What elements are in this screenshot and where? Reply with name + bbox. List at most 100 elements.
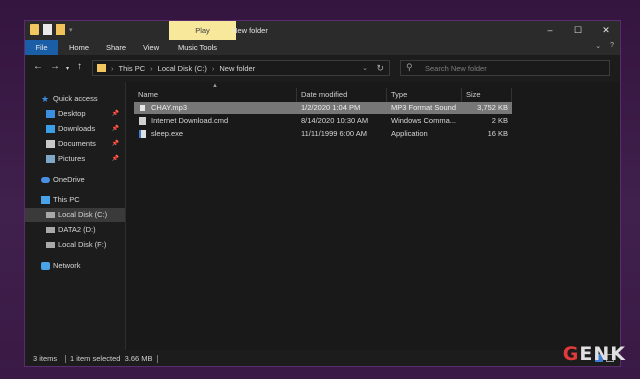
table-row[interactable]: sleep.exe 11/11/1999 6:00 AM Application…: [134, 128, 512, 140]
nav-item-desktop[interactable]: Desktop 📌: [25, 107, 125, 121]
nav-item-label: Downloads: [58, 124, 96, 133]
refresh-icon[interactable]: ↻: [376, 61, 384, 76]
maximize-button[interactable]: ☐: [564, 21, 592, 40]
pin-icon: 📌: [111, 126, 119, 132]
nav-item-label: OneDrive: [53, 175, 85, 184]
tab-share[interactable]: Share: [106, 40, 126, 55]
file-size: 3,752 KB: [477, 103, 508, 112]
up-arrow-icon[interactable]: ↑: [77, 61, 82, 73]
file-name: CHAY.mp3: [151, 103, 187, 112]
column-headers: Name Date modified Type Size: [126, 88, 620, 102]
folder-icon: [97, 64, 106, 72]
file-size: 16 KB: [487, 129, 508, 138]
ribbon-right-controls: ⌄ ?: [595, 42, 614, 50]
file-type: MP3 Format Sound: [391, 103, 457, 112]
back-arrow-icon[interactable]: ←: [33, 61, 43, 73]
tab-home[interactable]: Home: [69, 40, 89, 55]
nav-item-this-pc[interactable]: This PC: [25, 193, 125, 207]
file-date: 1/2/2020 1:04 PM: [301, 103, 361, 112]
forward-arrow-icon[interactable]: →: [50, 61, 60, 73]
file-type: Application: [391, 129, 428, 138]
breadcrumb-separator: ›: [211, 64, 215, 73]
explorer-window: ▾ Play New folder – ☐ ✕ File Home Share …: [24, 20, 621, 367]
address-dropdown-icon[interactable]: ⌄: [362, 61, 368, 76]
nav-item-network[interactable]: Network: [25, 259, 125, 273]
search-box[interactable]: ⚲ Search New folder: [400, 60, 610, 76]
window-controls: – ☐ ✕: [536, 21, 620, 40]
nav-item-label: Desktop: [58, 109, 86, 118]
ribbon-tabs: File Home Share View Music Tools ⌄ ?: [25, 40, 620, 55]
nav-item-quick-access[interactable]: ★ Quick access: [25, 92, 125, 106]
tab-file[interactable]: File: [25, 40, 58, 55]
navigation-pane: ★ Quick access Desktop 📌 Downloads 📌 Doc…: [25, 82, 126, 350]
nav-item-label: DATA2 (D:): [58, 225, 96, 234]
file-list: ▲ Name Date modified Type Size CHAY.mp3 …: [126, 82, 620, 350]
breadcrumb-separator: ›: [111, 64, 114, 73]
file-type: Windows Comma...: [391, 116, 457, 125]
properties-icon[interactable]: [43, 24, 52, 35]
minimize-button[interactable]: –: [536, 21, 564, 40]
script-file-icon: [139, 117, 146, 125]
navigation-bar: ← → ▾ ↑ › This PC › Local Disk (C:) › Ne…: [25, 55, 620, 82]
chevron-down-icon[interactable]: ⌄: [595, 42, 601, 50]
pictures-icon: [46, 155, 55, 163]
file-date: 11/11/1999 6:00 AM: [301, 129, 368, 138]
column-header-date-modified[interactable]: Date modified: [297, 88, 387, 102]
search-icon: ⚲: [406, 62, 413, 72]
file-date: 8/14/2020 10:30 AM: [301, 116, 369, 125]
column-header-name[interactable]: Name: [134, 88, 297, 102]
disk-icon: [46, 227, 55, 233]
pin-icon: 📌: [111, 141, 119, 147]
pin-icon: 📌: [111, 156, 119, 162]
nav-item-local-disk-c[interactable]: Local Disk (C:): [25, 208, 125, 222]
pin-icon: 📌: [111, 111, 119, 117]
nav-item-label: This PC: [53, 195, 80, 204]
desktop-icon: [46, 110, 55, 118]
computer-icon: [41, 196, 50, 204]
documents-icon: [46, 140, 55, 148]
star-icon: ★: [41, 94, 50, 104]
nav-item-label: Network: [53, 261, 81, 270]
item-count: 3 items: [33, 354, 58, 363]
disk-icon: [46, 242, 55, 248]
downloads-icon: [46, 125, 55, 133]
help-icon[interactable]: ?: [610, 42, 614, 50]
file-name: sleep.exe: [151, 129, 184, 138]
nav-item-data2-d[interactable]: DATA2 (D:): [25, 223, 125, 237]
nav-item-pictures[interactable]: Pictures 📌: [25, 152, 125, 166]
nav-item-label: Quick access: [53, 94, 98, 103]
folder-icon: [30, 24, 39, 35]
nav-item-label: Documents: [58, 139, 96, 148]
breadcrumb-local-disk-c[interactable]: Local Disk (C:): [158, 61, 207, 76]
contextual-tab-play[interactable]: Play: [169, 21, 236, 40]
nav-item-label: Pictures: [58, 154, 86, 163]
status-divider: [157, 355, 158, 363]
quick-access-toolbar: ▾: [30, 24, 73, 35]
nav-item-downloads[interactable]: Downloads 📌: [25, 122, 125, 136]
breadcrumb-new-folder[interactable]: New folder: [219, 61, 255, 76]
disk-icon: [46, 212, 55, 218]
nav-item-onedrive[interactable]: OneDrive: [25, 173, 125, 187]
nav-item-label: Local Disk (F:): [58, 240, 107, 249]
tab-view[interactable]: View: [143, 40, 159, 55]
file-size: 2 KB: [491, 116, 508, 125]
column-header-type[interactable]: Type: [387, 88, 462, 102]
close-button[interactable]: ✕: [592, 21, 620, 40]
table-row[interactable]: Internet Download.cmd 8/14/2020 10:30 AM…: [134, 115, 512, 127]
column-header-size[interactable]: Size: [462, 88, 512, 102]
nav-item-documents[interactable]: Documents 📌: [25, 137, 125, 151]
recent-locations-icon[interactable]: ▾: [66, 63, 69, 75]
genk-logo: GENK: [562, 343, 626, 365]
nav-item-label: Local Disk (C:): [58, 210, 108, 219]
nav-item-local-disk-f[interactable]: Local Disk (F:): [25, 238, 125, 252]
new-folder-icon[interactable]: [56, 24, 65, 35]
breadcrumb-this-pc[interactable]: This PC: [119, 61, 146, 76]
window-title: New folder: [232, 26, 268, 35]
table-row[interactable]: CHAY.mp3 1/2/2020 1:04 PM MP3 Format Sou…: [134, 102, 512, 114]
audio-file-icon: [139, 104, 146, 112]
file-name: Internet Download.cmd: [151, 116, 229, 125]
address-bar[interactable]: › This PC › Local Disk (C:) › New folder…: [92, 60, 390, 76]
tab-music-tools[interactable]: Music Tools: [178, 40, 217, 55]
customize-toolbar-icon[interactable]: ▾: [69, 26, 73, 34]
selection-info: 1 item selected 3.66 MB: [70, 354, 153, 363]
